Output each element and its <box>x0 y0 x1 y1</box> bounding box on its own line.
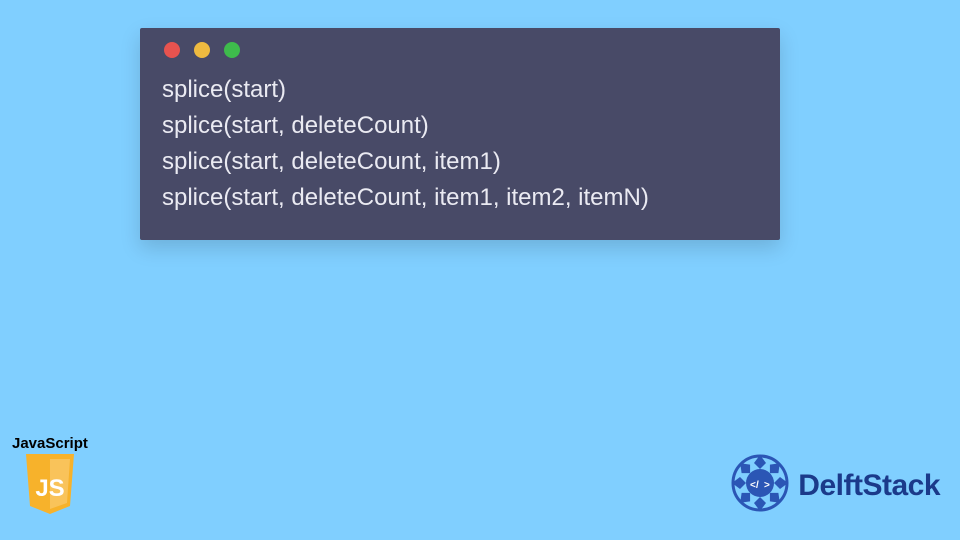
javascript-label: JavaScript <box>12 435 88 452</box>
svg-text:/: / <box>756 480 759 491</box>
minimize-icon <box>194 42 210 58</box>
code-line: splice(start, deleteCount) <box>162 108 758 144</box>
js-logo-text: JS <box>35 475 64 502</box>
code-line: splice(start) <box>162 72 758 108</box>
javascript-badge: JavaScript JS <box>12 435 88 516</box>
brand-emblem-icon: < / > <box>728 451 792 520</box>
maximize-icon <box>224 42 240 58</box>
code-line: splice(start, deleteCount, item1, item2,… <box>162 180 758 216</box>
code-body: splice(start) splice(start, deleteCount)… <box>140 64 780 240</box>
close-icon <box>164 42 180 58</box>
code-line: splice(start, deleteCount, item1) <box>162 144 758 180</box>
window-header <box>140 28 780 64</box>
brand-logo: < / > DelftStack <box>728 451 940 520</box>
svg-text:>: > <box>764 480 770 491</box>
javascript-shield-icon: JS <box>22 454 78 516</box>
brand-name: DelftStack <box>798 469 940 503</box>
code-window: splice(start) splice(start, deleteCount)… <box>140 28 780 240</box>
